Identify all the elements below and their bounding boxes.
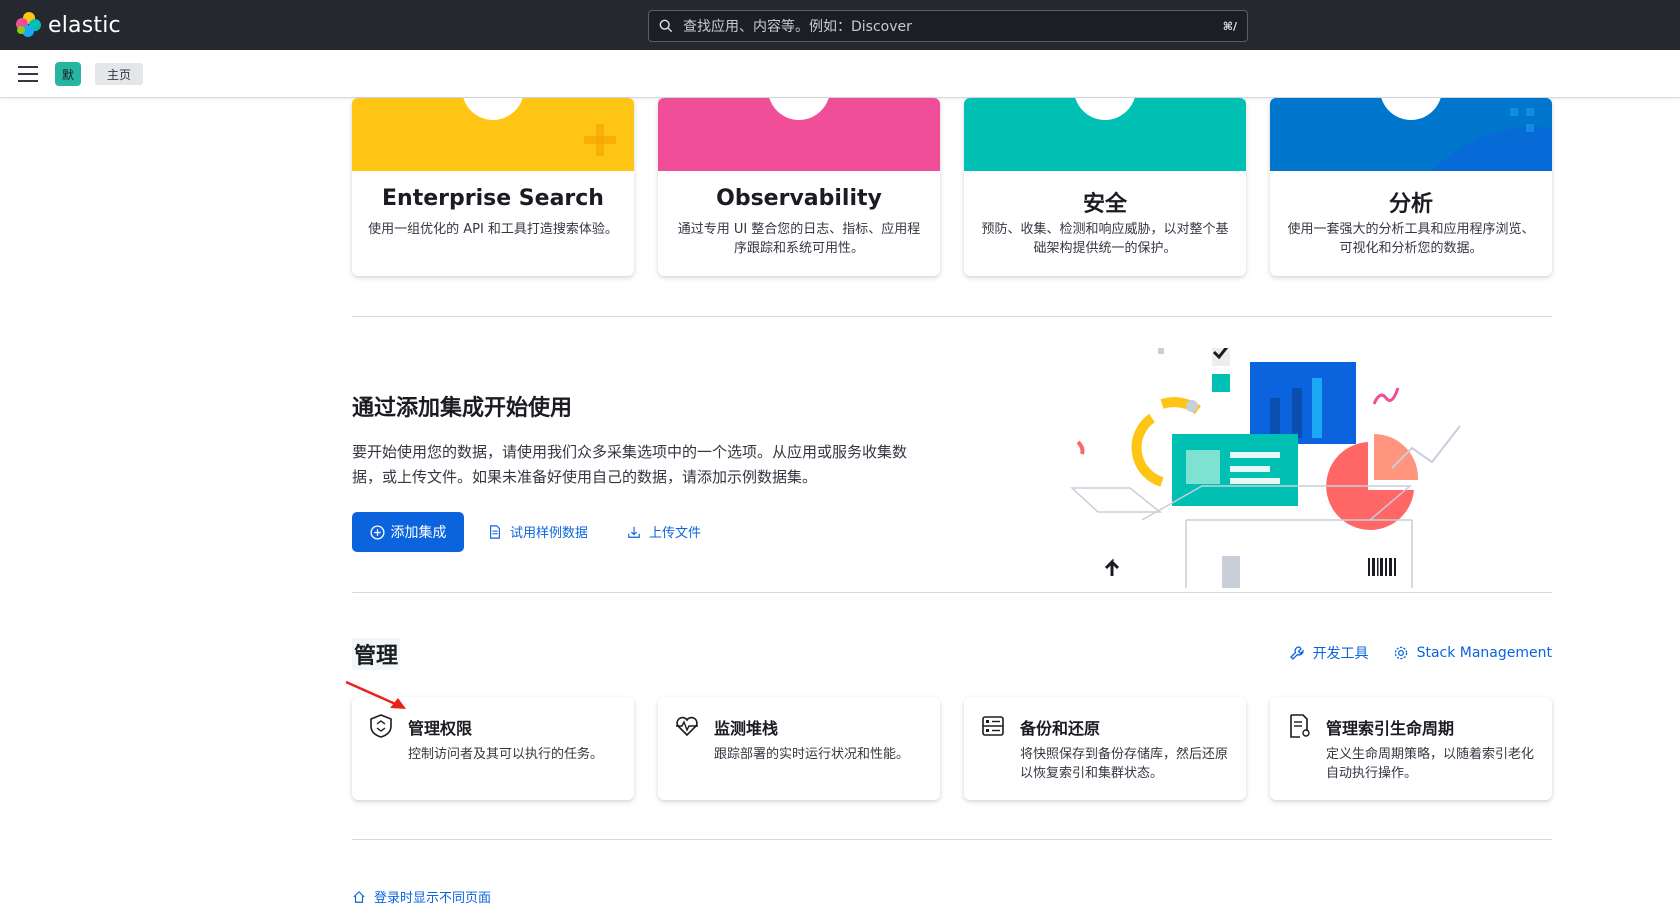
solution-banner: [964, 98, 1246, 171]
integrations-desc: 要开始使用您的数据，请使用我们众多采集选项中的一个选项。从应用或服务收集数据，或…: [352, 443, 908, 486]
card-title: 管理权限: [408, 719, 473, 738]
gear-icon: [1394, 646, 1407, 660]
solution-banner: [352, 98, 634, 171]
index-lifecycle-card[interactable]: 管理索引生命周期 定义生命周期策略，以随着索引老化自动执行操作。: [1270, 697, 1552, 800]
security-logo-icon: [1074, 98, 1136, 120]
try-sample-data-label: 试用样例数据: [510, 526, 589, 541]
stack-management-label: Stack Management: [1416, 645, 1552, 661]
card-desc: 定义生命周期策略，以随着索引老化自动执行操作。: [1326, 747, 1535, 781]
heartbeat-icon: [676, 716, 698, 737]
section-divider: [352, 316, 1552, 317]
solution-title: Enterprise Search: [382, 186, 604, 211]
plus-circle-icon: [369, 524, 385, 540]
add-integrations-button[interactable]: 添加集成: [352, 512, 464, 552]
search-icon: [659, 19, 673, 33]
card-title: 管理索引生命周期: [1326, 719, 1455, 738]
wrench-icon: [1289, 646, 1304, 660]
upload-file-label: 上传文件: [649, 526, 702, 541]
elastic-logo[interactable]: elastic: [16, 12, 121, 38]
solution-card-security[interactable]: 安全 预防、收集、检测和响应威胁，以对整个基础架构提供统一的保护。: [964, 98, 1246, 276]
card-desc: 将快照保存到备份存储库，然后还原以恢复索引和集群状态。: [1020, 747, 1229, 781]
top-header: elastic 查找应用、内容等。例如：Discover ⌘/: [0, 0, 1680, 50]
dev-tools-label: 开发工具: [1312, 646, 1369, 662]
breadcrumb-bar: 默 主页: [0, 50, 1680, 98]
management-header-links: 开发工具 Stack Management: [1289, 643, 1552, 663]
monitor-stack-card[interactable]: 监测堆栈 跟踪部署的实时运行状况和性能。: [658, 697, 940, 800]
elastic-logo-icon: [16, 12, 42, 38]
solution-banner: [658, 98, 940, 171]
upload-icon: [628, 526, 640, 538]
integrations-illustration: [1070, 348, 1461, 588]
solutions-row: Enterprise Search 使用一组优化的 API 和工具打造搜索体验。…: [352, 98, 1552, 276]
plus-decoration-icon: [584, 124, 616, 156]
search-shortcut: ⌘/: [1222, 19, 1237, 33]
try-sample-data-link[interactable]: 试用样例数据: [488, 522, 588, 541]
solution-desc: 使用一套强大的分析工具和应用程序浏览、可视化和分析您的数据。: [1287, 222, 1535, 256]
breadcrumb-home[interactable]: 主页: [95, 63, 144, 85]
annotation-arrow-icon: [345, 680, 406, 709]
solution-desc: 使用一组优化的 API 和工具打造搜索体验。: [368, 222, 618, 237]
home-icon: [353, 890, 365, 903]
search-placeholder: 查找应用、内容等。例如：Discover: [683, 19, 912, 35]
card-desc: 跟踪部署的实时运行状况和性能。: [714, 747, 910, 762]
storage-icon: [982, 716, 1004, 736]
solution-desc: 通过专用 UI 整合您的日志、指标、应用程序跟踪和系统可用性。: [677, 222, 921, 256]
default-route-label: 登录时显示不同页面: [374, 891, 492, 906]
section-divider: [352, 839, 1552, 840]
section-divider: [352, 592, 1552, 593]
global-search-input[interactable]: 查找应用、内容等。例如：Discover ⌘/: [648, 10, 1248, 42]
default-route-link[interactable]: 登录时显示不同页面: [352, 887, 491, 906]
space-avatar[interactable]: 默: [55, 62, 81, 86]
card-desc: 控制访问者及其可以执行的任务。: [408, 747, 604, 762]
dev-tools-link[interactable]: 开发工具: [1289, 643, 1369, 663]
backup-restore-card[interactable]: 备份和还原 将快照保存到备份存储库，然后还原以恢复索引和集群状态。: [964, 697, 1246, 800]
management-title: 管理: [352, 638, 401, 670]
shield-icon: [370, 714, 392, 738]
solution-card-enterprise-search[interactable]: Enterprise Search 使用一组优化的 API 和工具打造搜索体验。: [352, 98, 634, 276]
card-title: 备份和还原: [1020, 719, 1101, 738]
solution-banner: [1270, 98, 1552, 171]
document-icon: [490, 524, 500, 539]
solution-card-analytics[interactable]: 分析 使用一套强大的分析工具和应用程序浏览、可视化和分析您的数据。: [1270, 98, 1552, 276]
index-settings-icon: [1290, 714, 1310, 738]
observability-logo-icon: [768, 98, 830, 120]
solution-title: 分析: [1388, 192, 1433, 217]
logo-text: elastic: [48, 12, 121, 38]
banner-decoration-icon: [1430, 108, 1552, 171]
upload-file-link[interactable]: 上传文件: [627, 522, 701, 541]
card-title: 监测堆栈: [714, 719, 779, 738]
solution-card-observability[interactable]: Observability 通过专用 UI 整合您的日志、指标、应用程序跟踪和系…: [658, 98, 940, 276]
enterprise-search-logo-icon: [462, 98, 524, 120]
integrations-title: 通过添加集成开始使用: [352, 396, 573, 421]
add-integrations-label: 添加集成: [390, 525, 447, 541]
stack-management-link[interactable]: Stack Management: [1393, 643, 1552, 663]
solution-title: Observability: [716, 186, 882, 211]
solution-title: 安全: [1082, 192, 1127, 217]
solution-desc: 预防、收集、检测和响应威胁，以对整个基础架构提供统一的保护。: [981, 222, 1229, 256]
hamburger-menu-icon[interactable]: [18, 66, 38, 82]
